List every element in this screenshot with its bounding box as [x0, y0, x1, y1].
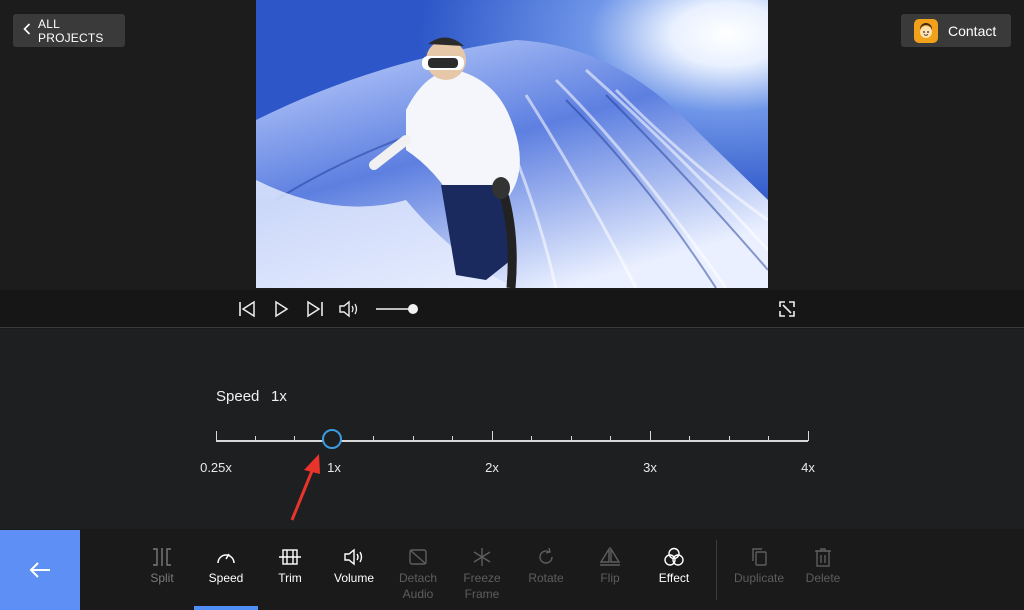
tool-label: Effect	[658, 571, 690, 585]
freeze-frame-icon	[470, 546, 494, 568]
active-tool-indicator	[194, 606, 258, 610]
slider-tick	[689, 436, 690, 441]
tool-label: Detach Audio	[398, 571, 438, 601]
tool-label: Split	[150, 571, 174, 585]
slider-tick	[294, 436, 295, 441]
tool-trim[interactable]: Trim	[258, 546, 322, 586]
all-projects-button[interactable]: ALL PROJECTS	[13, 14, 125, 47]
delete-icon	[811, 546, 835, 568]
contact-button[interactable]: Contact	[901, 14, 1011, 47]
speed-slider-track[interactable]	[216, 440, 808, 442]
tool-label: Trim	[278, 571, 302, 585]
slider-tick	[610, 436, 611, 441]
speed-panel	[0, 329, 1024, 529]
slider-tick	[492, 431, 493, 441]
tool-label: Rotate	[528, 571, 564, 585]
play-icon[interactable]	[270, 298, 292, 320]
duplicate-icon	[747, 546, 771, 568]
arrow-left-icon	[29, 562, 50, 578]
slider-tick	[255, 436, 256, 441]
speed-title: Speed	[216, 388, 260, 405]
flip-icon	[598, 546, 622, 568]
back-button[interactable]	[0, 530, 80, 610]
slider-tick	[373, 436, 374, 441]
contact-label: Contact	[948, 22, 997, 39]
tool-label: Freeze Frame	[463, 571, 501, 601]
tool-detach-audio[interactable]: Detach Audio	[386, 546, 450, 602]
tool-label: Flip	[600, 571, 620, 585]
tool-duplicate[interactable]: Duplicate	[727, 546, 791, 586]
slider-tick	[650, 431, 651, 441]
fullscreen-icon[interactable]	[776, 298, 798, 320]
toolbar-divider	[716, 540, 717, 600]
annotation-arrow-icon	[290, 454, 320, 521]
slider-tick	[216, 431, 217, 441]
trim-icon	[278, 546, 302, 568]
volume-icon[interactable]	[338, 298, 360, 320]
volume-icon	[342, 546, 366, 568]
effect-icon	[662, 546, 686, 568]
player-controls-bar	[0, 290, 1024, 328]
tool-speed[interactable]: Speed	[194, 546, 258, 586]
slider-tick	[808, 431, 809, 441]
tick-label: 3x	[643, 460, 657, 475]
tool-label: Delete	[805, 571, 841, 585]
detach-audio-icon	[406, 546, 430, 568]
tick-label: 2x	[485, 460, 499, 475]
speed-slider-thumb[interactable]	[322, 429, 342, 449]
tick-label: 0.25x	[200, 460, 232, 475]
tool-flip[interactable]: Flip	[578, 546, 642, 586]
tool-label: Volume	[333, 571, 375, 585]
speed-current-value: 1x	[271, 388, 287, 405]
support-avatar-icon	[914, 18, 938, 43]
slider-tick	[768, 436, 769, 441]
chevron-left-icon	[23, 23, 31, 38]
slider-tick	[531, 436, 532, 441]
speed-icon	[214, 546, 238, 568]
tool-freeze-frame[interactable]: Freeze Frame	[450, 546, 514, 602]
tool-label: Duplicate	[733, 571, 785, 585]
slider-tick	[729, 436, 730, 441]
all-projects-label: ALL PROJECTS	[38, 16, 104, 45]
skip-forward-icon[interactable]	[304, 298, 326, 320]
split-icon	[150, 546, 174, 568]
volume-slider-thumb[interactable]	[408, 304, 418, 314]
tick-label: 4x	[801, 460, 815, 475]
tool-volume[interactable]: Volume	[322, 546, 386, 586]
tool-rotate[interactable]: Rotate	[514, 546, 578, 586]
tool-label: Speed	[208, 571, 244, 585]
rotate-icon	[534, 546, 558, 568]
tool-split[interactable]: Split	[130, 546, 194, 586]
tick-label: 1x	[327, 460, 341, 475]
slider-tick	[571, 436, 572, 441]
tool-effect[interactable]: Effect	[642, 546, 706, 586]
tool-delete[interactable]: Delete	[791, 546, 855, 586]
slider-tick	[413, 436, 414, 441]
skip-back-icon[interactable]	[236, 298, 258, 320]
slider-tick	[452, 436, 453, 441]
video-preview	[256, 0, 768, 288]
